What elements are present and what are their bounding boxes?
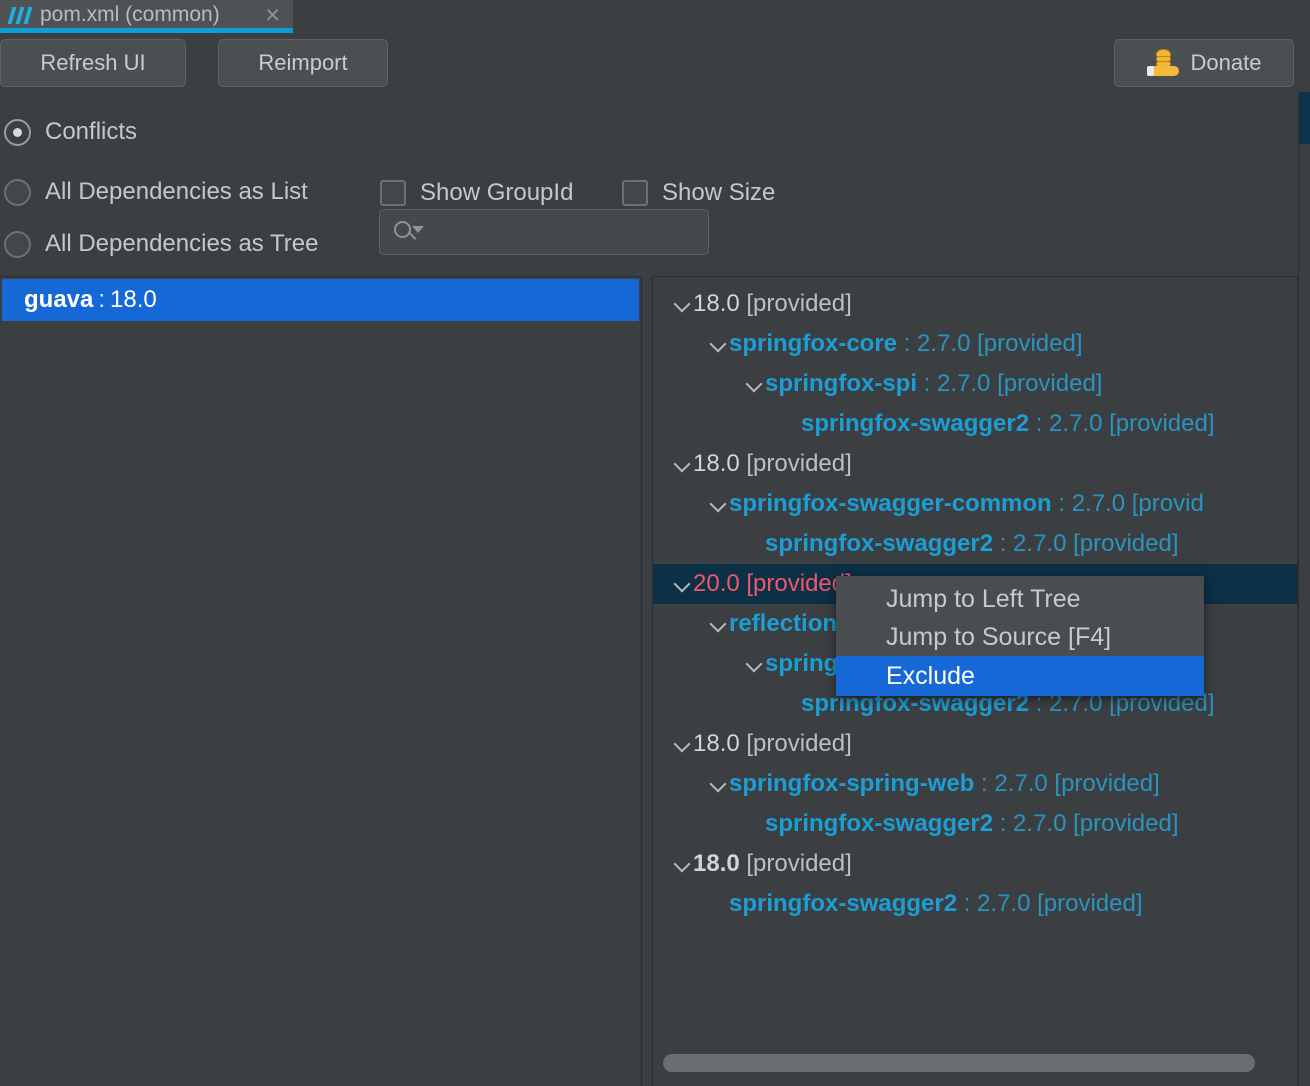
tree-row[interactable]: springfox-swagger2 : 2.7.0 [provided] (653, 404, 1298, 444)
radio-all-dependencies-as-tree-label: All Dependencies as Tree (45, 230, 319, 258)
chevron-down-icon[interactable] (671, 853, 693, 875)
tree-row[interactable]: 18.0 [provided] (653, 724, 1298, 764)
search-icon (394, 220, 424, 244)
radio-conflicts-label: Conflicts (45, 118, 137, 146)
context-menu: Jump to Left TreeJump to Source [F4]Excl… (836, 576, 1204, 696)
chevron-down-icon[interactable] (671, 733, 693, 755)
tree-row-dependency: springfox-swagger-common : 2.7.0 [provid (729, 490, 1204, 518)
hand-coins-icon (1147, 48, 1181, 78)
refresh-ui-label: Refresh UI (40, 50, 145, 76)
radio-conflicts-indicator (4, 119, 31, 146)
left-dependency-list-panel: guava:18.0 (0, 276, 642, 1086)
chevron-down-icon[interactable] (671, 573, 693, 595)
tree-row-version: 18.0 [provided] (693, 850, 852, 878)
chevron-down-icon[interactable] (707, 613, 729, 635)
search-field[interactable] (379, 209, 709, 255)
radio-all-dependencies-as-list-label: All Dependencies as List (45, 178, 308, 206)
checkbox-show-size-label: Show Size (662, 179, 775, 207)
tree-row-dependency: springfox-swagger2 : 2.7.0 [provided] (729, 890, 1143, 918)
reimport-label: Reimport (258, 50, 347, 76)
checkbox-show-groupid-label: Show GroupId (420, 179, 573, 207)
donate-button[interactable]: Donate (1114, 39, 1294, 87)
filter-options: Conflicts All Dependencies as List All D… (0, 100, 1310, 272)
tree-row[interactable]: springfox-swagger2 : 2.7.0 [provided] (653, 884, 1298, 924)
tree-row-dependency: springfox-swagger2 : 2.7.0 [provided] (801, 410, 1215, 438)
vertical-scrollbar-marker (1299, 92, 1310, 144)
tab-pom-xml-common[interactable]: pom.xml (common) ✕ (0, 0, 293, 30)
checkbox-show-groupid[interactable]: Show GroupId (380, 179, 573, 207)
chevron-down-icon[interactable] (671, 453, 693, 475)
tree-row[interactable]: springfox-swagger2 : 2.7.0 [provided] (653, 524, 1298, 564)
tree-row-dependency: springfox-core : 2.7.0 [provided] (729, 330, 1082, 358)
chevron-down-icon[interactable] (743, 653, 765, 675)
chevron-down-icon[interactable] (707, 773, 729, 795)
tree-row-dependency: springfox-swagger2 : 2.7.0 [provided] (765, 530, 1179, 558)
checkbox-show-groupid-indicator (380, 180, 406, 206)
chevron-down-icon[interactable] (743, 373, 765, 395)
tree-spacer (779, 693, 801, 715)
tree-row[interactable]: springfox-swagger2 : 2.7.0 [provided] (653, 804, 1298, 844)
tree-row-version: 18.0 [provided] (693, 730, 852, 758)
tree-row[interactable]: 18.0 [provided] (653, 844, 1298, 884)
tree-row-version: 18.0 [provided] (693, 450, 852, 478)
toolbar: Refresh UI Reimport Donate (0, 34, 1310, 94)
radio-all-dependencies-as-tree[interactable]: All Dependencies as Tree (4, 230, 319, 258)
tree-spacer (779, 413, 801, 435)
radio-all-dependencies-as-tree-indicator (4, 231, 31, 258)
radio-all-dependencies-as-list-indicator (4, 179, 31, 206)
tree-row[interactable]: springfox-spi : 2.7.0 [provided] (653, 364, 1298, 404)
tree-row-dependency: springfox-spring-web : 2.7.0 [provided] (729, 770, 1160, 798)
reimport-button[interactable]: Reimport (218, 39, 388, 87)
context-menu-item[interactable]: Jump to Source [F4] (836, 618, 1204, 656)
tree-spacer (743, 813, 765, 835)
maven-dependency-analyzer-panel: pom.xml (common) ✕ Refresh UI Reimport D… (0, 0, 1310, 1086)
maven-icon (8, 7, 34, 25)
tree-row-conflict-version: 20.0 [provided] (693, 570, 852, 598)
chevron-down-icon[interactable] (707, 333, 729, 355)
horizontal-scrollbar[interactable] (663, 1054, 1255, 1072)
checkbox-show-size-indicator (622, 180, 648, 206)
close-icon[interactable]: ✕ (260, 6, 285, 26)
tree-row[interactable]: springfox-spring-web : 2.7.0 [provided] (653, 764, 1298, 804)
donate-label: Donate (1191, 50, 1262, 76)
tree-row[interactable]: 18.0 [provided] (653, 444, 1298, 484)
tree-row-dependency: springfox-swagger2 : 2.7.0 [provided] (765, 810, 1179, 838)
tree-row-dependency: springfox-spi : 2.7.0 [provided] (765, 370, 1102, 398)
tree-row[interactable]: springfox-core : 2.7.0 [provided] (653, 324, 1298, 364)
tree-row-version: 18.0 [provided] (693, 290, 852, 318)
search-input[interactable] (424, 219, 684, 245)
context-menu-item[interactable]: Exclude (836, 656, 1204, 696)
tab-label: pom.xml (common) (40, 4, 220, 26)
tree-row[interactable]: springfox-swagger-common : 2.7.0 [provid (653, 484, 1298, 524)
chevron-down-icon[interactable] (707, 493, 729, 515)
context-menu-item[interactable]: Jump to Left Tree (836, 580, 1204, 618)
tree-spacer (707, 893, 729, 915)
tree-row[interactable]: 18.0 [provided] (653, 284, 1298, 324)
tab-active-underline (0, 28, 293, 33)
refresh-ui-button[interactable]: Refresh UI (0, 39, 186, 87)
editor-tab-strip: pom.xml (common) ✕ (0, 0, 1310, 34)
list-item[interactable]: guava:18.0 (2, 279, 639, 321)
radio-all-dependencies-as-list[interactable]: All Dependencies as List (4, 178, 308, 206)
list-item-artifact: guava (24, 286, 93, 314)
vertical-scrollbar-track[interactable] (1298, 90, 1310, 1086)
checkbox-show-size[interactable]: Show Size (622, 179, 775, 207)
radio-conflicts[interactable]: Conflicts (4, 118, 137, 146)
chevron-down-icon[interactable] (671, 293, 693, 315)
tree-spacer (743, 533, 765, 555)
list-item-separator: : (93, 286, 110, 314)
list-item-version: 18.0 (110, 286, 157, 314)
